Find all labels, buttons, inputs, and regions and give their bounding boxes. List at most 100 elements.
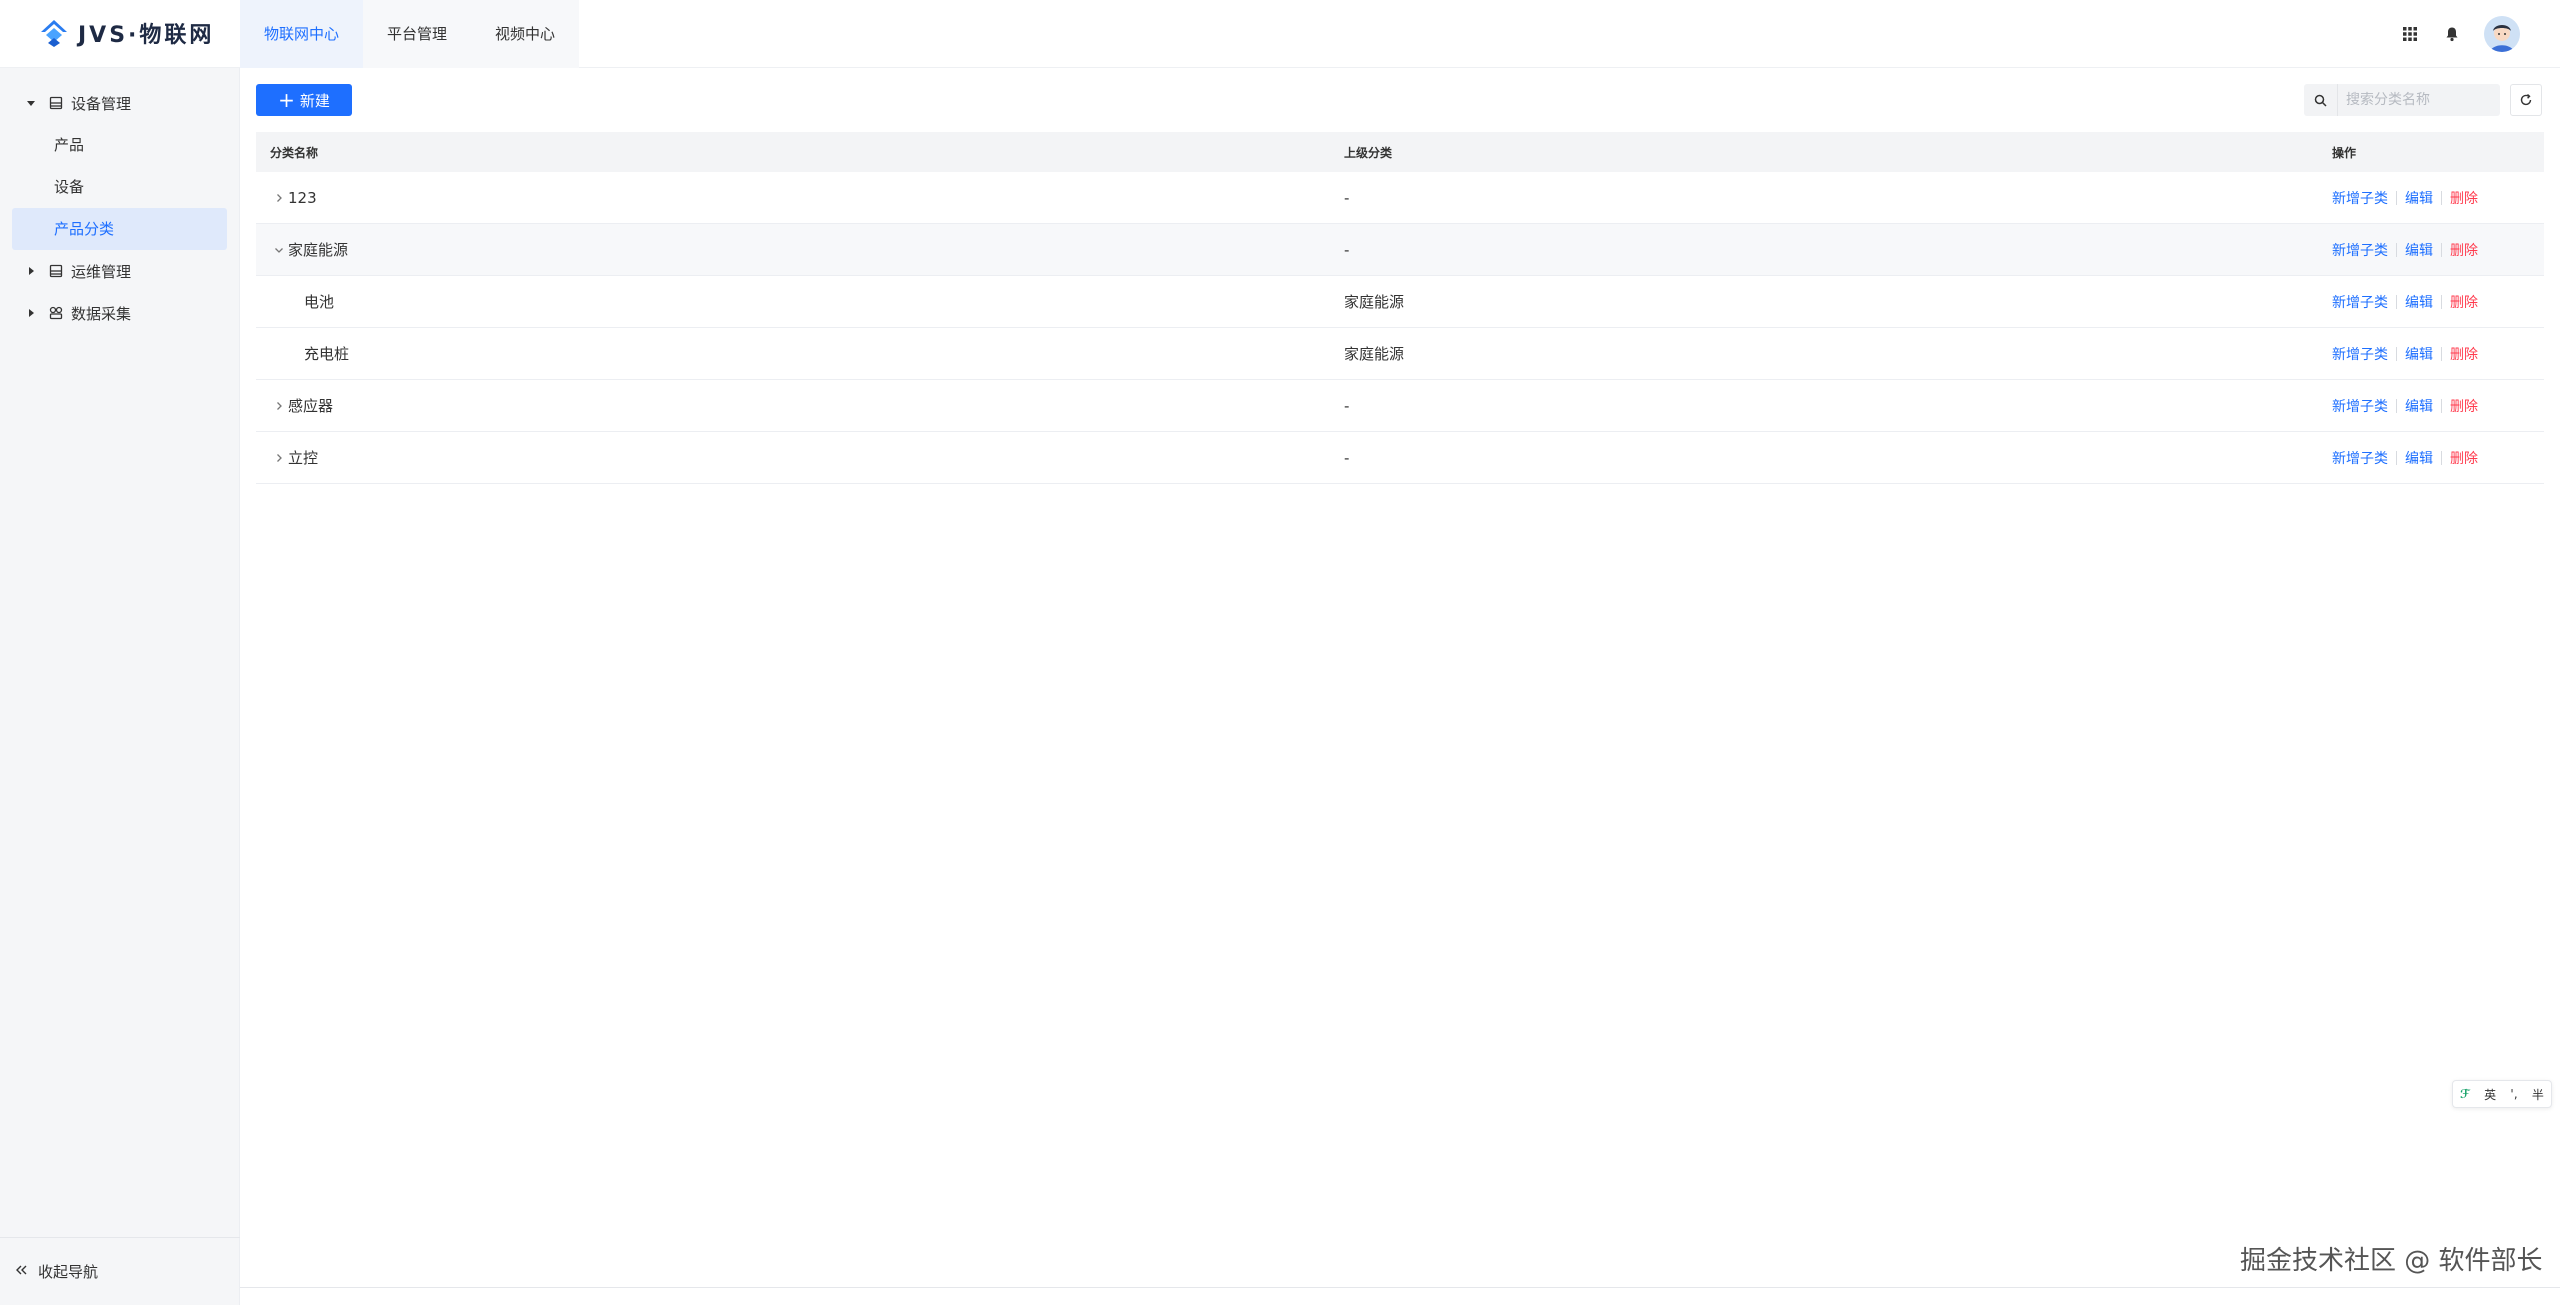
table-row: 立控 - 新增子类 编辑 删除 bbox=[256, 432, 2544, 484]
delete-link[interactable]: 删除 bbox=[2450, 292, 2478, 312]
add-child-link[interactable]: 新增子类 bbox=[2332, 240, 2388, 260]
edit-link[interactable]: 编辑 bbox=[2405, 448, 2433, 468]
add-child-link[interactable]: 新增子类 bbox=[2332, 396, 2388, 416]
edit-link[interactable]: 编辑 bbox=[2405, 240, 2433, 260]
divider bbox=[2396, 346, 2397, 361]
ime-mode[interactable]: 英 bbox=[2484, 1086, 2496, 1103]
sidebar-group-label: 数据采集 bbox=[71, 304, 132, 323]
sidebar-item-product[interactable]: 产品 bbox=[0, 124, 239, 166]
user-avatar[interactable] bbox=[2484, 16, 2520, 52]
add-child-link[interactable]: 新增子类 bbox=[2332, 188, 2388, 208]
divider bbox=[2441, 294, 2442, 309]
tab-platform-management[interactable]: 平台管理 bbox=[363, 0, 471, 68]
sidebar-item-device[interactable]: 设备 bbox=[0, 166, 239, 208]
ime-toolbar[interactable]: ℱ 英 '‚ 半 bbox=[2452, 1080, 2552, 1108]
ime-width[interactable]: 半 bbox=[2532, 1086, 2544, 1103]
divider bbox=[2441, 398, 2442, 413]
double-chevron-left-icon bbox=[14, 1263, 28, 1281]
category-name: 感应器 bbox=[288, 397, 334, 415]
table-row: 感应器 - 新增子类 编辑 删除 bbox=[256, 380, 2544, 432]
parent-category: - bbox=[1344, 396, 1350, 415]
tab-video-center[interactable]: 视频中心 bbox=[471, 0, 579, 68]
edit-link[interactable]: 编辑 bbox=[2405, 292, 2433, 312]
parent-category: 家庭能源 bbox=[1344, 293, 1405, 311]
header-category-name: 分类名称 bbox=[270, 145, 319, 160]
parent-category: - bbox=[1344, 448, 1350, 467]
refresh-icon bbox=[2520, 93, 2532, 106]
delete-link[interactable]: 删除 bbox=[2450, 448, 2478, 468]
category-name: 123 bbox=[288, 188, 317, 207]
bell-icon[interactable] bbox=[2442, 24, 2462, 44]
parent-category: 家庭能源 bbox=[1344, 345, 1405, 363]
edit-link[interactable]: 编辑 bbox=[2405, 396, 2433, 416]
expand-chevron-right-icon[interactable] bbox=[270, 189, 288, 207]
edit-link[interactable]: 编辑 bbox=[2405, 188, 2433, 208]
category-name: 充电桩 bbox=[304, 345, 350, 363]
app-logo[interactable]: JVS·物联网 bbox=[38, 16, 214, 50]
new-button[interactable]: + 新建 bbox=[256, 84, 352, 116]
delete-link[interactable]: 删除 bbox=[2450, 344, 2478, 364]
header-parent-category: 上级分类 bbox=[1344, 145, 1393, 160]
search-box bbox=[2304, 84, 2500, 116]
divider bbox=[2396, 398, 2397, 413]
table-row: 充电桩 家庭能源 新增子类 编辑 删除 bbox=[256, 328, 2544, 380]
category-table: 分类名称 上级分类 操作 123 - 新增子类 编辑 删除 家庭能源 - 新增子… bbox=[256, 132, 2544, 484]
collapse-nav-button[interactable]: 收起导航 bbox=[0, 1237, 240, 1305]
sidebar-group-ops-management[interactable]: 运维管理 bbox=[0, 250, 239, 292]
parent-category: - bbox=[1344, 240, 1350, 259]
parent-category: - bbox=[1344, 188, 1350, 207]
tab-iot-center[interactable]: 物联网中心 bbox=[240, 0, 364, 68]
table-header: 分类名称 上级分类 操作 bbox=[256, 132, 2544, 172]
delete-link[interactable]: 删除 bbox=[2450, 396, 2478, 416]
sidebar-item-product-category[interactable]: 产品分类 bbox=[12, 208, 227, 250]
plus-icon: + bbox=[278, 88, 295, 112]
caret-down-icon bbox=[26, 98, 36, 108]
add-child-link[interactable]: 新增子类 bbox=[2332, 292, 2388, 312]
sidebar-group-device-management[interactable]: 设备管理 bbox=[0, 82, 239, 124]
category-name: 立控 bbox=[288, 449, 319, 467]
expand-chevron-down-icon[interactable] bbox=[270, 241, 288, 259]
database-icon bbox=[48, 305, 64, 321]
sidebar-group-label: 设备管理 bbox=[71, 94, 132, 113]
apps-grid-icon[interactable] bbox=[2400, 24, 2420, 44]
bottom-divider bbox=[240, 1287, 2560, 1288]
divider bbox=[2441, 346, 2442, 361]
collapse-nav-label: 收起导航 bbox=[38, 1263, 99, 1281]
edit-link[interactable]: 编辑 bbox=[2405, 344, 2433, 364]
top-header: JVS·物联网 物联网中心 平台管理 视频中心 bbox=[0, 0, 2560, 68]
divider bbox=[2441, 242, 2442, 257]
table-row: 家庭能源 - 新增子类 编辑 删除 bbox=[256, 224, 2544, 276]
divider bbox=[2441, 450, 2442, 465]
add-child-link[interactable]: 新增子类 bbox=[2332, 344, 2388, 364]
logo-icon bbox=[41, 20, 67, 47]
expand-chevron-right-icon[interactable] bbox=[270, 449, 288, 467]
main-content: + 新建 分类名称 上级分类 操作 123 - bbox=[240, 68, 2560, 1305]
expand-chevron-right-icon[interactable] bbox=[270, 397, 288, 415]
add-child-link[interactable]: 新增子类 bbox=[2332, 448, 2388, 468]
header-actions: 操作 bbox=[2332, 145, 2357, 160]
header-actions bbox=[2400, 0, 2520, 68]
search-icon[interactable] bbox=[2304, 84, 2338, 116]
divider bbox=[2441, 190, 2442, 205]
divider bbox=[2396, 450, 2397, 465]
ime-logo-icon: ℱ bbox=[2460, 1087, 2470, 1101]
app-title: JVS·物联网 bbox=[78, 23, 215, 48]
table-row: 电池 家庭能源 新增子类 编辑 删除 bbox=[256, 276, 2544, 328]
sidebar-group-data-collection[interactable]: 数据采集 bbox=[0, 292, 239, 334]
search-input[interactable] bbox=[2338, 85, 2488, 115]
category-name: 电池 bbox=[304, 293, 335, 311]
table-row: 123 - 新增子类 编辑 删除 bbox=[256, 172, 2544, 224]
divider bbox=[2396, 242, 2397, 257]
device-icon bbox=[48, 95, 64, 111]
delete-link[interactable]: 删除 bbox=[2450, 240, 2478, 260]
delete-link[interactable]: 删除 bbox=[2450, 188, 2478, 208]
watermark: 掘金技术社区 @ 软件部长 bbox=[2240, 1246, 2543, 1276]
divider bbox=[2396, 190, 2397, 205]
caret-right-icon bbox=[26, 266, 36, 276]
ime-punct[interactable]: '‚ bbox=[2510, 1087, 2517, 1101]
sidebar: 设备管理 产品 设备 产品分类 运维管理 数据采集 收起导航 bbox=[0, 68, 240, 1305]
category-name: 家庭能源 bbox=[288, 241, 349, 259]
new-button-label: 新建 bbox=[299, 91, 330, 110]
refresh-button[interactable] bbox=[2510, 84, 2542, 116]
sidebar-group-label: 运维管理 bbox=[71, 262, 132, 281]
